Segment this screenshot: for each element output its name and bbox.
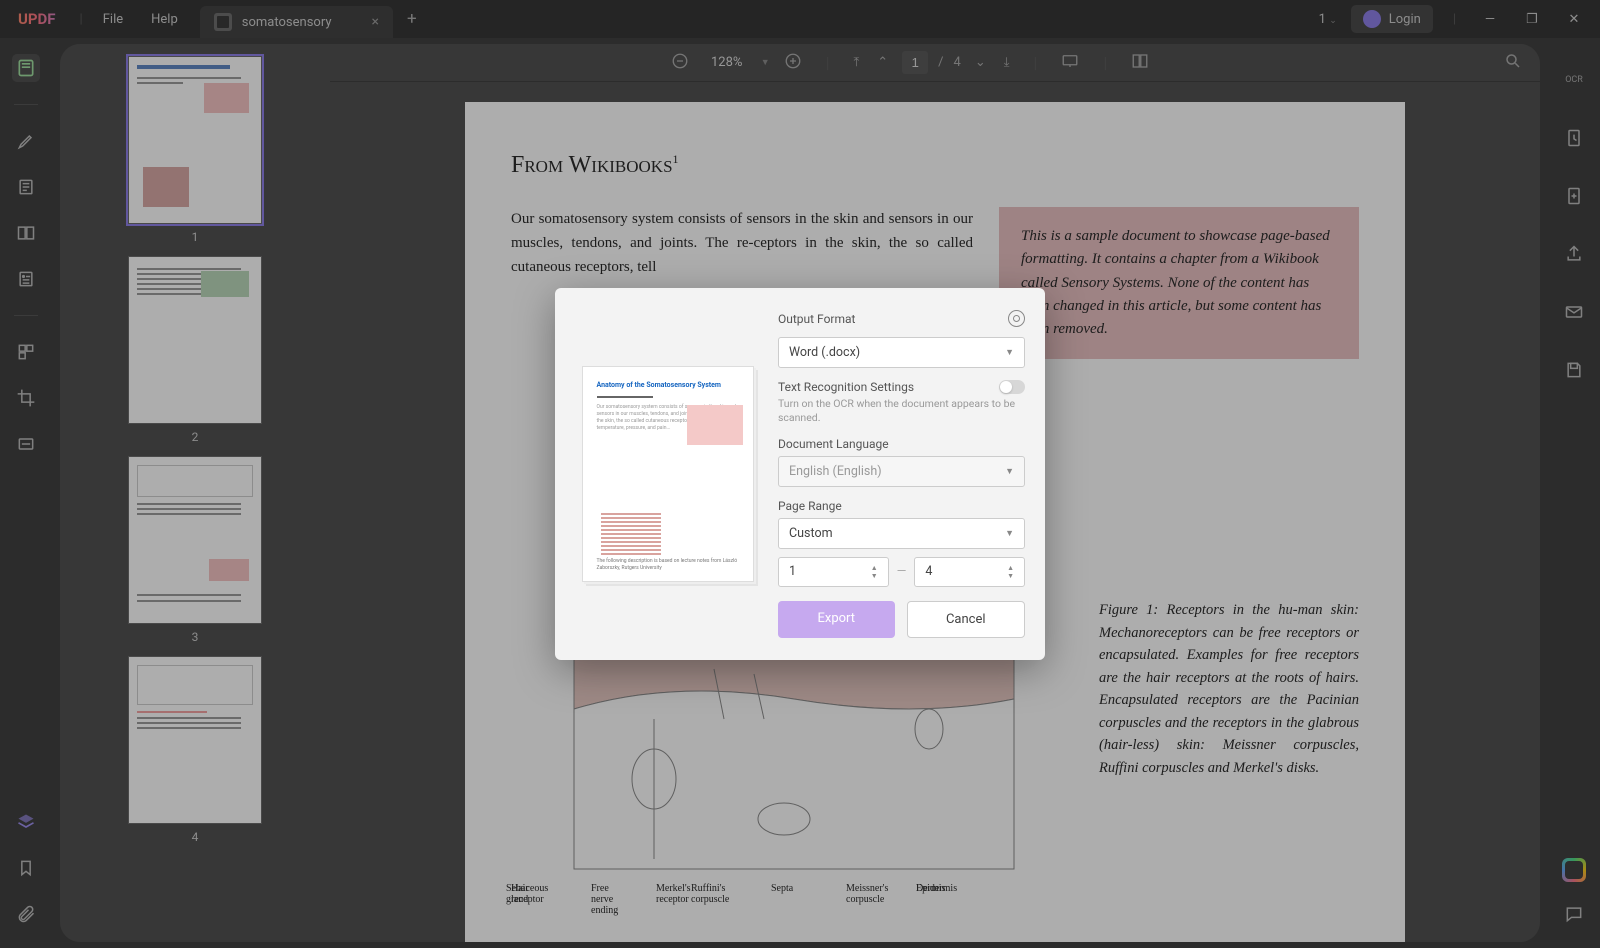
export-modal: Anatomy of the Somatosensory System Our … bbox=[555, 288, 1045, 659]
cancel-button[interactable]: Cancel bbox=[907, 601, 1026, 638]
output-format-label: Output Format bbox=[778, 312, 855, 326]
ocr-hint: Turn on the OCR when the document appear… bbox=[778, 397, 1025, 424]
modal-preview: Anatomy of the Somatosensory System Our … bbox=[575, 310, 760, 637]
modal-overlay: Anatomy of the Somatosensory System Our … bbox=[0, 0, 1600, 948]
ocr-toggle[interactable] bbox=[999, 380, 1025, 394]
range-to-input[interactable]: 4 ▲▼ bbox=[914, 557, 1025, 587]
output-format-select[interactable]: Word (.docx)▼ bbox=[778, 337, 1025, 368]
ocr-label: Text Recognition Settings bbox=[778, 380, 914, 394]
preview-title: Anatomy of the Somatosensory System bbox=[597, 381, 739, 390]
range-from-input[interactable]: 1 ▲▼ bbox=[778, 557, 889, 587]
language-select[interactable]: English (English)▼ bbox=[778, 456, 1025, 487]
settings-gear-icon[interactable] bbox=[1008, 310, 1025, 327]
page-range-select[interactable]: Custom▼ bbox=[778, 518, 1025, 549]
page-range-label: Page Range bbox=[778, 499, 1025, 513]
language-label: Document Language bbox=[778, 437, 1025, 451]
export-button[interactable]: Export bbox=[778, 601, 895, 638]
